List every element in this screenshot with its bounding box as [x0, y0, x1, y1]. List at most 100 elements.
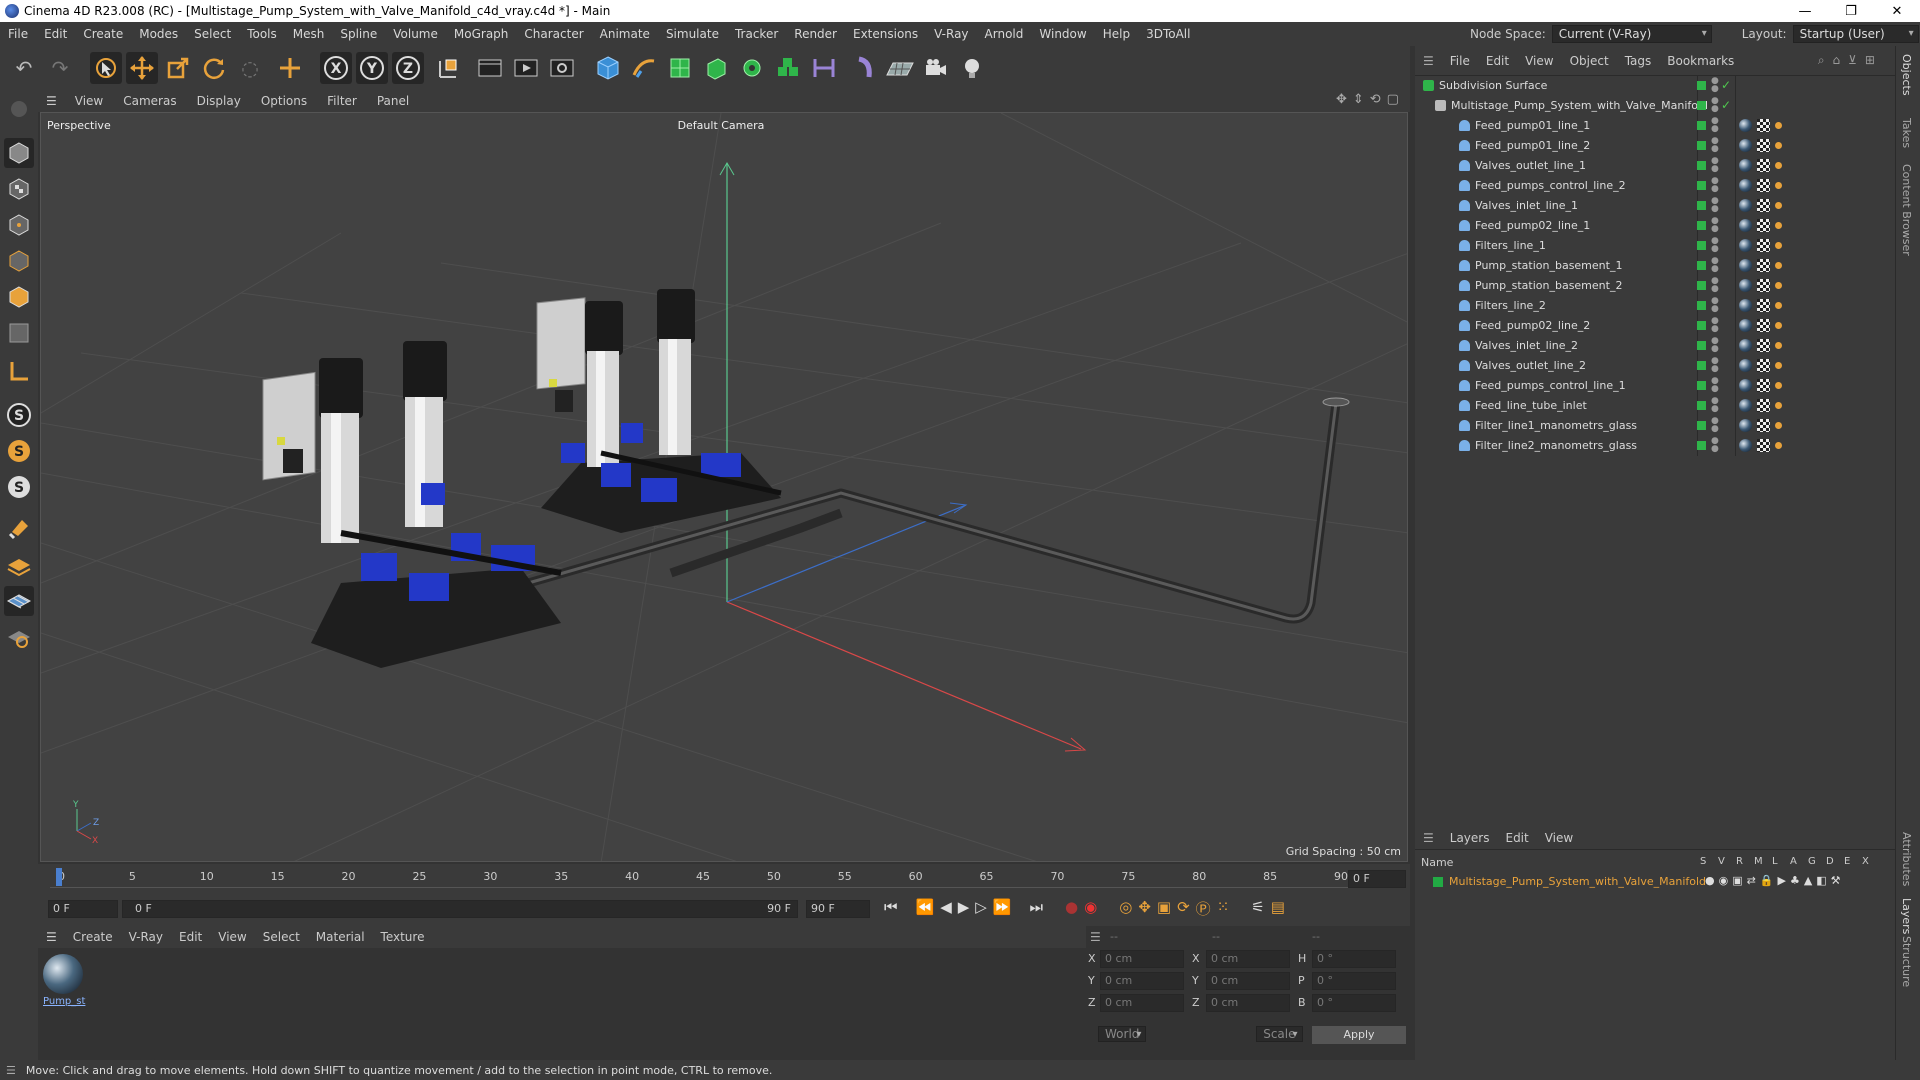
render-visibility-dots[interactable]: ● ●: [1711, 357, 1719, 374]
tab-layers[interactable]: Layers: [1900, 898, 1913, 934]
material-tag-icon[interactable]: [1739, 219, 1752, 232]
material-tag-icon[interactable]: [1739, 179, 1752, 192]
object-menu-bookmarks[interactable]: Bookmarks: [1659, 54, 1742, 68]
texture-tag-icon[interactable]: [1757, 179, 1770, 192]
vray-tag-icon[interactable]: [1775, 382, 1782, 389]
viewport-menu-display[interactable]: Display: [187, 94, 251, 108]
timeline-ruler[interactable]: 051015202530354045505560657075808590: [50, 868, 1370, 888]
material-tag-icon[interactable]: [1739, 199, 1752, 212]
visibility-dot[interactable]: [1697, 161, 1706, 170]
redo-icon[interactable]: ↷: [44, 52, 76, 84]
material-menu-create[interactable]: Create: [65, 930, 121, 944]
vray-tag-icon[interactable]: [1775, 282, 1782, 289]
visibility-dot[interactable]: [1697, 261, 1706, 270]
object-row[interactable]: Filters_line_2 ● ●: [1415, 296, 1895, 316]
texture-mode-icon[interactable]: [4, 174, 34, 204]
render-visibility-dots[interactable]: ● ●: [1711, 117, 1719, 134]
menu-extensions[interactable]: Extensions: [845, 27, 926, 41]
layer-column-header[interactable]: X: [1862, 856, 1869, 867]
menu-file[interactable]: File: [0, 27, 36, 41]
object-row[interactable]: Pump_station_basement_2 ● ●: [1415, 276, 1895, 296]
render-visibility-dots[interactable]: ● ●: [1711, 317, 1719, 334]
workplane-icon[interactable]: [4, 356, 34, 386]
viewport-menu-hamburger-icon[interactable]: ☰: [38, 94, 65, 108]
vray-tag-icon[interactable]: [1775, 362, 1782, 369]
texture-tag-icon[interactable]: [1757, 239, 1770, 252]
key-pla-icon[interactable]: ⁙: [1217, 898, 1230, 919]
object-menu-view[interactable]: View: [1517, 54, 1561, 68]
array-icon[interactable]: [736, 52, 768, 84]
layer-column-header[interactable]: E: [1844, 856, 1850, 867]
viewport-nav-icons[interactable]: ✥⇕⟲▢: [1336, 92, 1405, 107]
visibility-dot[interactable]: [1697, 441, 1706, 450]
material-tag-icon[interactable]: [1739, 239, 1752, 252]
create-icon[interactable]: [274, 52, 306, 84]
grid-circle-icon[interactable]: [4, 622, 34, 652]
x-axis-icon[interactable]: X: [320, 52, 352, 84]
enabled-check-icon[interactable]: ✓: [1721, 98, 1731, 112]
deformer-icon[interactable]: [848, 52, 880, 84]
visibility-dot[interactable]: [1697, 421, 1706, 430]
snap-s-orange-icon[interactable]: S: [4, 436, 34, 466]
menu-arnold[interactable]: Arnold: [977, 27, 1032, 41]
menu-help[interactable]: Help: [1095, 27, 1138, 41]
material-tag-icon[interactable]: [1739, 359, 1752, 372]
coords-menu-icon[interactable]: ☰: [1090, 930, 1101, 944]
material-tag-icon[interactable]: [1739, 419, 1752, 432]
menu-window[interactable]: Window: [1031, 27, 1094, 41]
texture-tag-icon[interactable]: [1757, 359, 1770, 372]
render-visibility-dots[interactable]: ● ●: [1711, 197, 1719, 214]
render-visibility-dots[interactable]: ● ●: [1711, 257, 1719, 274]
menu-3dtoall[interactable]: 3DToAll: [1138, 27, 1198, 41]
z-axis-icon[interactable]: Z: [392, 52, 424, 84]
visibility-dot[interactable]: [1697, 321, 1706, 330]
visibility-dot[interactable]: [1697, 221, 1706, 230]
visibility-dot[interactable]: [1697, 201, 1706, 210]
select-icon[interactable]: [90, 52, 122, 84]
layer-column-header[interactable]: D: [1826, 856, 1834, 867]
grid-layer-icon[interactable]: [4, 550, 34, 580]
render-visibility-dots[interactable]: ● ●: [1711, 397, 1719, 414]
goto-end-icon[interactable]: ⏭: [1030, 898, 1044, 919]
live-select-icon[interactable]: ◌: [234, 52, 266, 84]
texture-tag-icon[interactable]: [1757, 419, 1770, 432]
3d-viewport[interactable]: Perspective Default Camera Grid Spacing …: [40, 112, 1408, 862]
texture-tag-icon[interactable]: [1757, 219, 1770, 232]
visibility-dot[interactable]: [1697, 361, 1706, 370]
render-visibility-dots[interactable]: ● ●: [1711, 277, 1719, 294]
camera-icon[interactable]: [920, 52, 952, 84]
tab-attributes[interactable]: Attributes: [1900, 832, 1913, 886]
render-visibility-dots[interactable]: ● ●: [1711, 217, 1719, 234]
viewport-camera-label[interactable]: Default Camera: [678, 119, 765, 132]
object-row[interactable]: Valves_outlet_line_2 ● ●: [1415, 356, 1895, 376]
render-visibility-dots[interactable]: ● ●: [1711, 137, 1719, 154]
coord-size-y-field[interactable]: 0 cm: [1206, 972, 1290, 990]
ruler-icon[interactable]: [808, 52, 840, 84]
menu-animate[interactable]: Animate: [592, 27, 658, 41]
visibility-dot[interactable]: [1697, 301, 1706, 310]
apply-button[interactable]: Apply: [1312, 1026, 1406, 1044]
tab-content-browser[interactable]: Content Browser: [1900, 164, 1913, 256]
object-row[interactable]: Feed_pump01_line_2 ● ●: [1415, 136, 1895, 156]
menu-character[interactable]: Character: [516, 27, 591, 41]
vray-tag-icon[interactable]: [1775, 182, 1782, 189]
autokey-icon[interactable]: ●: [1065, 898, 1078, 919]
object-row[interactable]: Feed_pump02_line_2 ● ●: [1415, 316, 1895, 336]
render-visibility-dots[interactable]: ● ●: [1711, 237, 1719, 254]
timeline-icon[interactable]: ▤: [1271, 898, 1285, 919]
material-tag-icon[interactable]: [1739, 299, 1752, 312]
object-row[interactable]: Valves_inlet_line_1 ● ●: [1415, 196, 1895, 216]
object-row[interactable]: Valves_inlet_line_2 ● ●: [1415, 336, 1895, 356]
object-row[interactable]: Feed_pump01_line_1 ● ●: [1415, 116, 1895, 136]
key-all-icon[interactable]: ◎: [1119, 898, 1132, 919]
record-icon[interactable]: ◉: [1084, 898, 1097, 919]
menu-spline[interactable]: Spline: [332, 27, 385, 41]
menu-edit[interactable]: Edit: [36, 27, 75, 41]
material-tag-icon[interactable]: [1739, 439, 1752, 452]
prev-frame-icon[interactable]: ◀: [940, 898, 952, 919]
pen-icon[interactable]: [628, 52, 660, 84]
snap-s-icon[interactable]: S: [4, 400, 34, 430]
texture-tag-icon[interactable]: [1757, 439, 1770, 452]
viewport-solo-icon[interactable]: [4, 94, 34, 124]
menu-mograph[interactable]: MoGraph: [446, 27, 517, 41]
